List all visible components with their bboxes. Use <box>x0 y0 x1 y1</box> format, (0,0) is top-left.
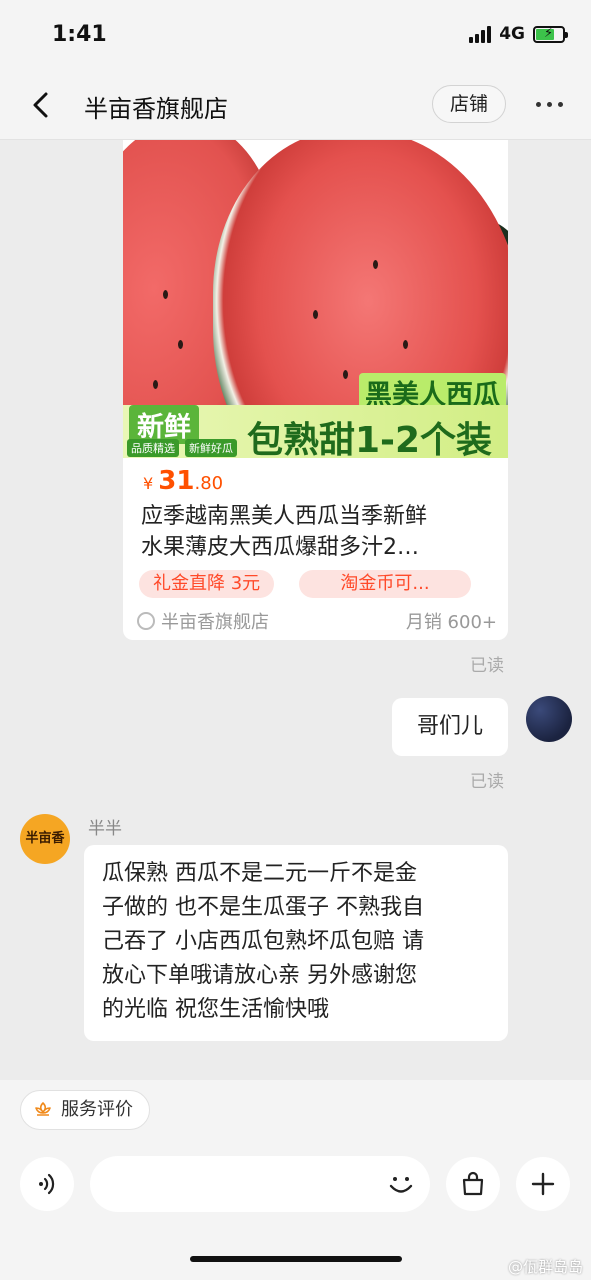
shop-avatar[interactable]: 半亩香 <box>20 814 70 864</box>
home-indicator <box>190 1256 402 1262</box>
monthly-sales: 月销 600+ <box>405 612 497 633</box>
sender-name: 半半 <box>88 819 122 839</box>
banner-main-text: 包熟甜1-2个装 <box>247 420 493 458</box>
voice-icon <box>39 1173 55 1195</box>
message-line: 子做的 也不是生瓜蛋子 不熟我自 <box>102 895 424 920</box>
user-message-bubble[interactable]: 哥们儿 <box>392 698 508 756</box>
more-icon[interactable] <box>536 102 563 107</box>
store-icon <box>137 612 155 630</box>
message-line: 己吞了 小店西瓜包熟坏瓜包赔 请 <box>102 929 424 954</box>
plus-button[interactable] <box>516 1157 570 1211</box>
product-price: ¥ 31.80 <box>143 466 223 496</box>
plus-icon <box>531 1172 555 1196</box>
shop-message-bubble[interactable]: 瓜保熟 西瓜不是二元一斤不是金 子做的 也不是生瓜蛋子 不熟我自 己吞了 小店西… <box>84 845 508 1041</box>
service-review-label: 服务评价 <box>61 1099 133 1120</box>
status-bar: 1:41 4G ⚡ <box>0 0 591 70</box>
signal-icon <box>469 25 492 43</box>
message-line: 瓜保熟 西瓜不是二元一斤不是金 <box>102 861 417 886</box>
product-title-line: 应季越南黑美人西瓜当季新鲜 <box>141 504 428 529</box>
smiley-icon <box>389 1177 413 1193</box>
service-review-button[interactable]: 服务评价 <box>20 1090 150 1130</box>
network-type: 4G <box>499 24 525 44</box>
store-row: 半亩香旗舰店 月销 600+ <box>137 608 497 634</box>
emoji-button[interactable] <box>374 1157 428 1211</box>
store-name: 半亩香旗舰店 <box>161 612 269 633</box>
shop-button[interactable]: 店铺 <box>432 85 506 123</box>
back-arrow-icon[interactable] <box>26 90 56 120</box>
flower-icon <box>35 1102 51 1116</box>
read-receipt: 已读 <box>470 656 504 676</box>
message-line: 的光临 祝您生活愉快哦 <box>102 997 329 1022</box>
status-time: 1:41 <box>52 22 107 47</box>
user-avatar[interactable] <box>526 696 572 742</box>
product-image[interactable]: 黑美人西瓜 新鲜 品质精选 新鲜好瓜 包熟甜1-2个装 <box>123 140 508 458</box>
coupon-badge: 礼金直降 3元 <box>139 570 275 598</box>
shopping-bag-icon <box>462 1171 484 1196</box>
input-area: 服务评价 <box>0 1080 591 1280</box>
nav-bar: 半亩香旗舰店 店铺 <box>0 70 591 140</box>
battery-icon: ⚡ <box>533 25 568 43</box>
product-title[interactable]: 应季越南黑美人西瓜当季新鲜 水果薄皮大西瓜爆甜多汁2… <box>141 501 491 563</box>
price-decimal: .80 <box>194 473 224 494</box>
read-receipt: 已读 <box>470 772 504 792</box>
banner-tag: 新鲜好瓜 <box>185 439 237 457</box>
message-line: 放心下单哦请放心亲 另外感谢您 <box>102 963 417 988</box>
price-symbol: ¥ <box>143 474 154 493</box>
voice-button[interactable] <box>20 1157 74 1211</box>
price-integer: 31 <box>158 466 195 496</box>
coupon-badge: 淘金币可... <box>299 570 471 598</box>
status-icons: 4G ⚡ <box>469 24 568 44</box>
promo-banner: 新鲜 品质精选 新鲜好瓜 包熟甜1-2个装 <box>123 405 508 458</box>
shopping-bag-button[interactable] <box>446 1157 500 1211</box>
product-title-line: 水果薄皮大西瓜爆甜多汁2… <box>141 535 419 560</box>
watermark: @佤群岛岛 <box>507 1258 583 1276</box>
product-card[interactable]: 黑美人西瓜 新鲜 品质精选 新鲜好瓜 包熟甜1-2个装 ¥ 31.80 应季越南… <box>123 140 508 640</box>
chat-title: 半亩香旗舰店 <box>84 95 228 123</box>
banner-tag: 品质精选 <box>127 439 179 457</box>
